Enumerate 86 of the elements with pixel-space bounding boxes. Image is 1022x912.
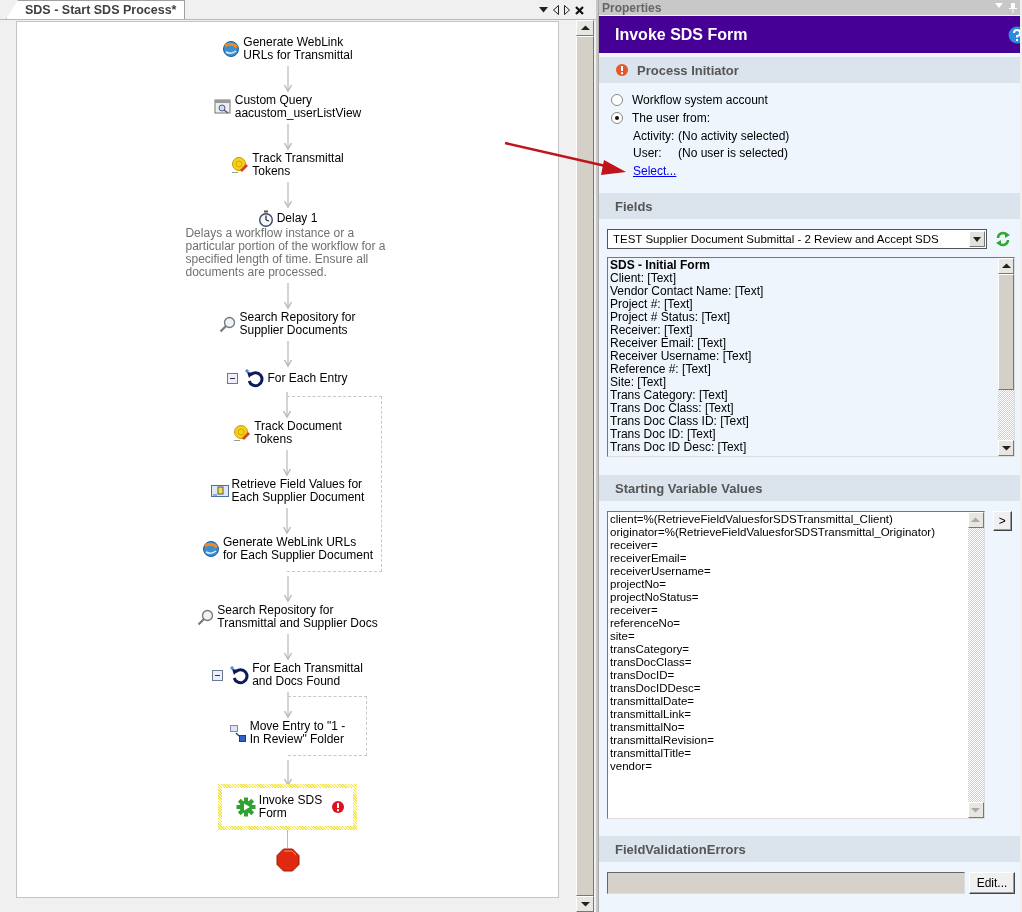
section-header[interactable]: Fields (599, 193, 1020, 219)
magnifier-icon (219, 315, 237, 333)
globe-icon (201, 540, 220, 558)
edit-button[interactable]: Edit... (969, 872, 1015, 894)
gear-play-icon (235, 797, 256, 817)
activity-label[interactable]: Generate WebLink URLs for Transmittal (243, 36, 353, 62)
token-pencil-icon (231, 156, 250, 174)
activity-label[interactable]: Track Document Tokens (254, 420, 342, 446)
activity-label[interactable]: For Each Transmittal and Docs Found (252, 662, 363, 688)
activity-label[interactable]: Retrieve Field Values for Each Supplier Document (231, 478, 365, 504)
list-item[interactable]: Receiver: [Text] (610, 324, 996, 337)
list-item[interactable]: Trans Doc ID Desc: [Text] (610, 441, 996, 454)
select-link[interactable]: Select... (633, 164, 677, 178)
validation-errors-field[interactable] (607, 872, 965, 894)
collapse-toggle[interactable] (227, 373, 239, 384)
scroll-up-button[interactable] (998, 258, 1014, 274)
list-heading: SDS - Initial Form (610, 259, 711, 272)
up-arrow-icon (580, 25, 590, 31)
list-item[interactable]: Client: [Text] (610, 272, 996, 285)
detail-value: (No activity selected) (678, 129, 791, 143)
up-arrow-icon (971, 517, 981, 523)
scroll-up-button[interactable] (576, 20, 594, 36)
list-item[interactable]: Trans Doc ID: [Text] (610, 428, 996, 441)
list-item[interactable]: Project #: [Text] (610, 298, 996, 311)
token-pencil-icon (233, 424, 252, 442)
dropdown-arrow-icon[interactable] (539, 7, 548, 13)
detail-label: User: (633, 146, 663, 160)
list-item[interactable]: Site: [Text] (610, 376, 996, 389)
move-entry-icon (229, 724, 247, 742)
radio-label[interactable]: The user from: (632, 111, 711, 125)
list-item[interactable]: Project # Status: [Text] (610, 311, 996, 324)
down-arrow-icon (1001, 445, 1011, 451)
activity-label[interactable]: Track Transmittal Tokens (252, 152, 344, 178)
field-card-icon (210, 485, 229, 497)
activity-label[interactable]: Search Repository for Supplier Documents (239, 311, 356, 337)
list-item[interactable]: Trans Doc Class ID: [Text] (610, 415, 996, 428)
properties-title: Invoke SDS Form (615, 25, 748, 44)
activity-label[interactable]: Custom Query aacustom_userListView (234, 94, 362, 120)
form-fields-list[interactable] (607, 257, 1015, 457)
activity-label[interactable]: For Each Entry (267, 372, 348, 385)
activity-description: Delays a workflow instance or a particular portion of the workflow for a specified length of time. Ensure all documents are processed. (185, 227, 386, 279)
variables-field[interactable]: client=%(RetrieveFieldValuesforSDSTransmittal_Client) originator=%(RetrieveFieldValuesforSDSTransmittal_Originator) receiver= receiverEmail= receiverUsername= projectNo= projectNoStatus= receiver= referenceNo= site= transCategory= transDocClass= transDocID= transDocIDDesc= transmittalDate= transmittalLink= transmittalNo= transmittalRevision= transmittalTitle= vendor= (607, 511, 985, 819)
radio-button[interactable] (611, 112, 623, 124)
section-header[interactable]: FieldValidationErrors (599, 836, 1020, 862)
stopwatch-icon (257, 210, 274, 227)
list-item[interactable]: Reference #: [Text] (610, 363, 996, 376)
scroll-down-button[interactable] (998, 440, 1014, 456)
activity-label[interactable]: Move Entry to "1 - In Review" Folder (249, 720, 346, 746)
selection-frame[interactable]: Invoke SDS Form (217, 784, 358, 830)
section-header[interactable]: Starting Variable Values (599, 475, 1020, 501)
list-item[interactable]: Trans Doc Class: [Text] (610, 402, 996, 415)
collapse-toggle[interactable] (212, 669, 224, 681)
form-dropdown[interactable]: TEST Supplier Document Submittal - 2 Review and Accept SDS (607, 229, 987, 249)
pane-title: Properties (602, 0, 662, 15)
magnifier-icon (197, 608, 215, 626)
scroll-down-button[interactable] (576, 896, 594, 912)
down-arrow-icon (580, 901, 590, 907)
radio-label[interactable]: Workflow system account (632, 93, 768, 107)
close-icon[interactable] (575, 5, 584, 15)
activity-label[interactable]: Search Repository for Transmittal and Supplier Docs (217, 604, 378, 630)
help-icon[interactable] (1008, 25, 1020, 44)
globe-icon (222, 40, 241, 58)
refresh-icon[interactable] (995, 231, 1011, 247)
scroll-thumb[interactable] (998, 274, 1014, 390)
list-item[interactable]: Receiver Username: [Text] (610, 350, 996, 363)
list-item[interactable]: Receiver Email: [Text] (610, 337, 996, 350)
scroll-left-icon[interactable] (553, 5, 559, 15)
down-arrow-icon (971, 807, 981, 813)
activity-label[interactable]: Generate WebLink URLs for Each Supplier Document (222, 536, 374, 562)
radio-button[interactable] (611, 94, 623, 106)
scrollbar[interactable] (998, 258, 1014, 456)
scroll-right-icon[interactable] (564, 5, 570, 15)
list-item[interactable]: Trans Category: [Text] (610, 389, 996, 402)
stop-icon (275, 848, 300, 872)
detail-label: Activity: (633, 129, 676, 143)
up-arrow-icon (1001, 263, 1011, 269)
document-tab[interactable]: SDS - Start SDS Process* (6, 0, 186, 19)
detail-value: (No user is selected) (678, 146, 790, 160)
section-header[interactable]: Process Initiator (599, 57, 1020, 83)
query-window-icon (213, 99, 232, 115)
list-item[interactable]: Vendor Contact Name: [Text] (610, 285, 996, 298)
activity-label[interactable]: Delay 1 (276, 212, 318, 225)
insert-button[interactable]: > (992, 511, 1012, 531)
caret-icon (973, 236, 981, 242)
loop-arrow-icon (245, 369, 265, 388)
loop-arrow-icon (230, 665, 250, 685)
